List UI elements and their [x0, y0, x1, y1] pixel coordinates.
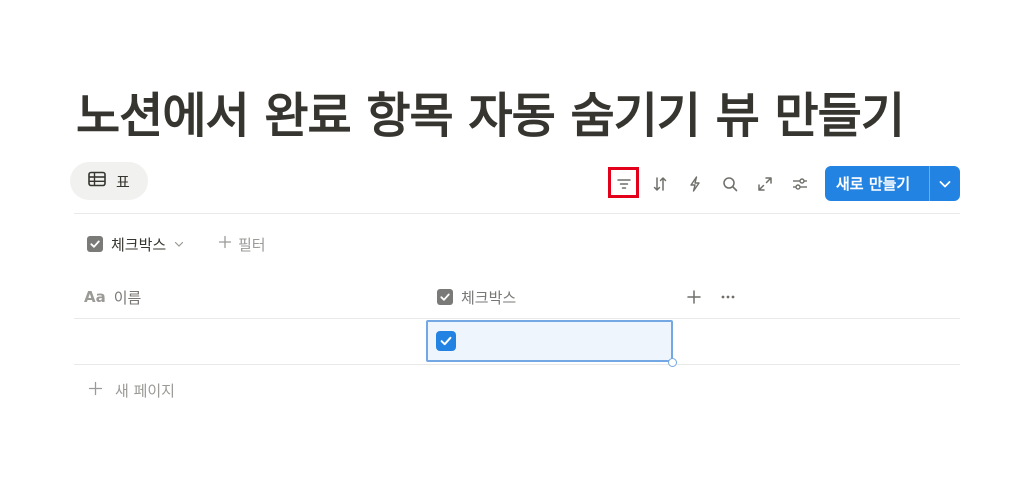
new-button-label: 새로 만들기	[836, 175, 911, 193]
plus-icon	[88, 381, 103, 400]
view-tab-label: 표	[116, 172, 130, 191]
checkbox-checked[interactable]	[436, 331, 456, 351]
page-title[interactable]: 노션에서 완료 항목 자동 숨기기 뷰 만들기	[76, 76, 905, 146]
add-filter-label: 필터	[238, 235, 266, 254]
filter-chip-checkbox[interactable]: 체크박스	[87, 233, 184, 255]
plus-icon	[218, 235, 232, 253]
new-button[interactable]: 새로 만들기	[825, 166, 960, 201]
checkbox-cell-selected[interactable]	[426, 320, 673, 362]
checkbox-icon	[437, 289, 453, 305]
search-icon[interactable]	[716, 170, 744, 198]
add-column-plus-icon[interactable]	[680, 283, 708, 311]
filter-chip-label: 체크박스	[111, 235, 167, 254]
toolbar-divider	[74, 213, 960, 214]
sort-icon[interactable]	[646, 170, 674, 198]
column-header-label: 체크박스	[461, 288, 517, 307]
checkbox-icon	[87, 236, 103, 252]
new-page-label: 새 페이지	[115, 381, 175, 400]
column-header-name[interactable]: Aa 이름	[84, 285, 141, 309]
new-page-button[interactable]: 새 페이지	[88, 378, 175, 402]
settings-sliders-icon[interactable]	[786, 170, 814, 198]
cell-resize-handle[interactable]	[668, 358, 677, 367]
table-row-divider	[74, 364, 960, 365]
table-header-divider	[74, 318, 960, 319]
filter-highlight-box	[608, 167, 639, 198]
more-options-icon[interactable]	[714, 283, 742, 311]
automation-bolt-icon[interactable]	[681, 170, 709, 198]
text-type-icon: Aa	[84, 288, 106, 306]
table-icon	[88, 171, 106, 191]
add-filter-button[interactable]: 필터	[218, 233, 266, 255]
expand-icon[interactable]	[751, 170, 779, 198]
chevron-down-icon[interactable]	[930, 177, 960, 191]
chevron-down-icon	[174, 235, 184, 253]
view-tab-table[interactable]: 표	[70, 162, 148, 200]
column-header-checkbox[interactable]: 체크박스	[437, 285, 516, 309]
column-header-label: 이름	[113, 288, 142, 307]
